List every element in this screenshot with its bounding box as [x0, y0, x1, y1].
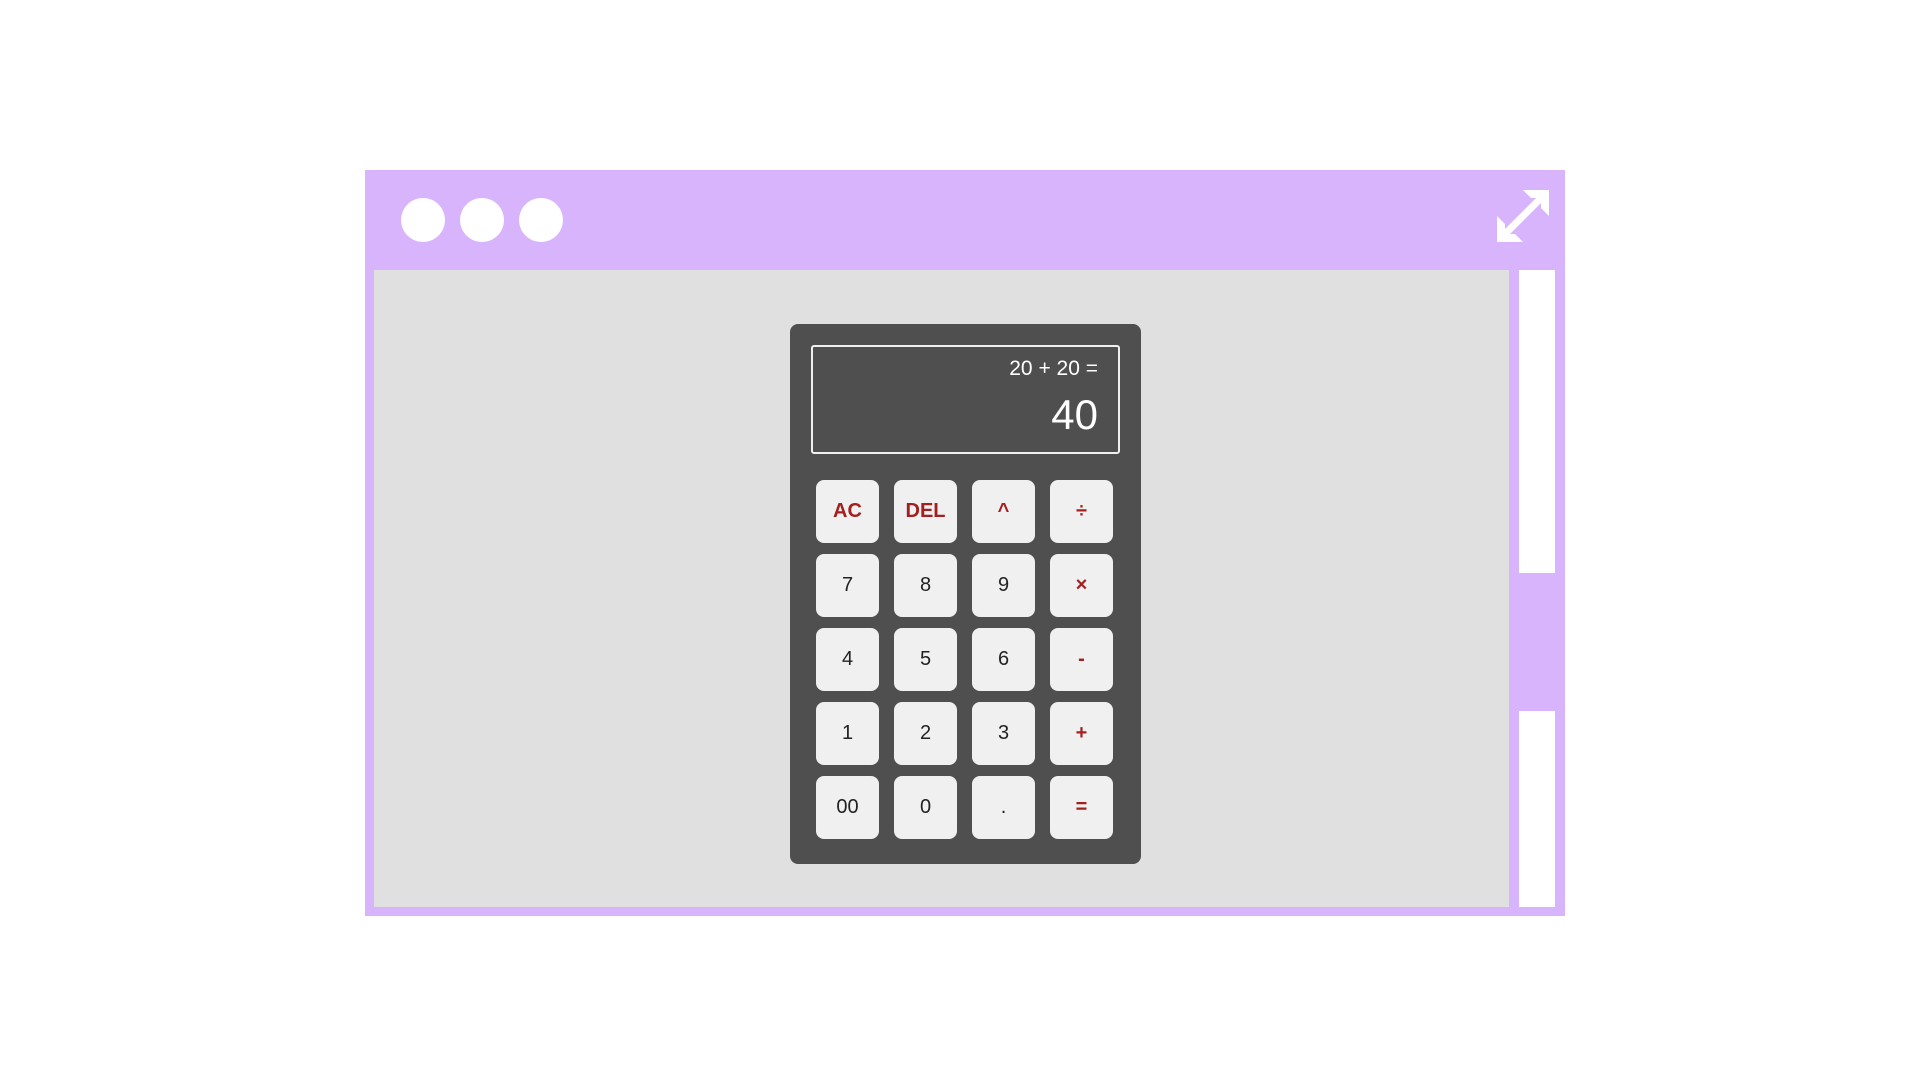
key-2-button[interactable]: 2 [894, 702, 957, 765]
scrollbar-track-top[interactable] [1519, 270, 1555, 573]
calculator: 20 + 20 = 40 AC DEL ^ ÷ 7 8 9 × 4 5 6 - … [790, 324, 1141, 864]
scrollbar-track-bottom[interactable] [1519, 711, 1555, 907]
key-equals-button[interactable]: = [1050, 776, 1113, 839]
key-9-button[interactable]: 9 [972, 554, 1035, 617]
window-control-dot[interactable] [460, 198, 504, 242]
scrollbar-thumb[interactable] [1519, 573, 1555, 711]
expression-text: 20 + 20 = [1009, 357, 1098, 380]
key-del-button[interactable]: DEL [894, 480, 957, 543]
key-divide-button[interactable]: ÷ [1050, 480, 1113, 543]
content-area: 20 + 20 = 40 AC DEL ^ ÷ 7 8 9 × 4 5 6 - … [374, 270, 1509, 907]
expand-arrows-icon [1497, 190, 1549, 242]
window-control-dot[interactable] [401, 198, 445, 242]
key-3-button[interactable]: 3 [972, 702, 1035, 765]
key-minus-button[interactable]: - [1050, 628, 1113, 691]
result-text: 40 [1051, 391, 1098, 438]
calculator-display: 20 + 20 = 40 [811, 345, 1120, 454]
browser-window: 20 + 20 = 40 AC DEL ^ ÷ 7 8 9 × 4 5 6 - … [365, 170, 1565, 916]
expand-icon[interactable] [1493, 186, 1553, 246]
title-bar [365, 170, 1565, 270]
key-1-button[interactable]: 1 [816, 702, 879, 765]
key-00-button[interactable]: 00 [816, 776, 879, 839]
keypad: AC DEL ^ ÷ 7 8 9 × 4 5 6 - 1 2 3 + 00 0 … [816, 480, 1113, 839]
key-power-button[interactable]: ^ [972, 480, 1035, 543]
key-8-button[interactable]: 8 [894, 554, 957, 617]
key-ac-button[interactable]: AC [816, 480, 879, 543]
key-5-button[interactable]: 5 [894, 628, 957, 691]
key-0-button[interactable]: 0 [894, 776, 957, 839]
key-decimal-button[interactable]: . [972, 776, 1035, 839]
key-plus-button[interactable]: + [1050, 702, 1113, 765]
key-multiply-button[interactable]: × [1050, 554, 1113, 617]
key-4-button[interactable]: 4 [816, 628, 879, 691]
window-control-dot[interactable] [519, 198, 563, 242]
key-6-button[interactable]: 6 [972, 628, 1035, 691]
key-7-button[interactable]: 7 [816, 554, 879, 617]
